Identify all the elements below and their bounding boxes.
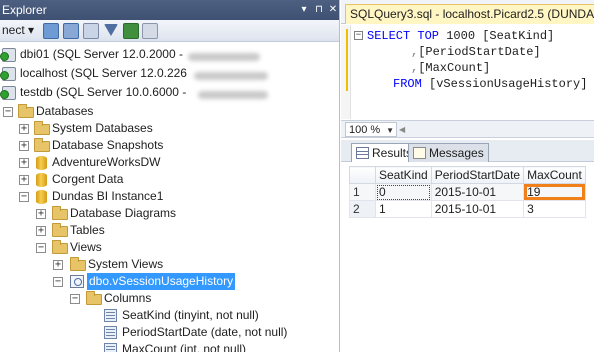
tree-item-label: PeriodStartDate (date, not null): [122, 325, 288, 339]
zoom-select[interactable]: 100 % ▼: [345, 122, 397, 137]
folder-icon: [34, 138, 50, 152]
connect-server-icon[interactable]: [43, 23, 59, 39]
cell-seatkind[interactable]: 1: [375, 200, 432, 218]
expand-icon[interactable]: +: [19, 141, 29, 151]
column-header-periodstartdate[interactable]: PeriodStartDate: [430, 166, 525, 184]
collapse-icon[interactable]: −: [70, 294, 80, 304]
results-pane: Results Messages SeatKind PeriodStartDat…: [341, 140, 594, 352]
object-explorer-title: Explorer: [2, 3, 47, 17]
cell-periodstartdate[interactable]: 2015-10-01: [430, 183, 525, 201]
folder-icon: [52, 223, 68, 237]
column-icon: [104, 309, 117, 322]
expand-icon[interactable]: +: [19, 175, 29, 185]
connect-button[interactable]: nect ▾: [2, 23, 34, 37]
results-tabs: Results Messages: [341, 140, 594, 162]
object-explorer-toolbar: nect ▾: [0, 20, 339, 42]
server-icon: [0, 67, 16, 81]
table-row[interactable]: 2 1 2015-10-01 3: [349, 200, 586, 218]
code-line-4: FROM [vSessionUsageHistory]: [393, 77, 588, 91]
grid-icon: [356, 147, 369, 159]
row-number-header: [349, 166, 376, 184]
close-icon[interactable]: ✕: [326, 3, 339, 17]
row-number[interactable]: 2: [349, 200, 376, 218]
chevron-down-icon: ▼: [386, 126, 394, 135]
folder-icon: [52, 240, 68, 254]
dropdown-icon[interactable]: ▾: [297, 3, 311, 17]
tree-item-label: MaxCount (int, not null): [122, 342, 247, 352]
code-line-3: ,[MaxCount]: [411, 61, 491, 75]
collapse-icon[interactable]: −: [36, 243, 46, 253]
grid-header-row: SeatKind PeriodStartDate MaxCount: [349, 166, 586, 184]
outline-collapse-icon[interactable]: −: [354, 31, 363, 40]
row-number[interactable]: 1: [349, 183, 376, 201]
expand-icon[interactable]: +: [36, 209, 46, 219]
filter-icon[interactable]: [104, 24, 118, 38]
sql-editor[interactable]: − SELECT TOP 1000 [SeatKind] ,[PeriodSta…: [341, 25, 594, 119]
expand-icon[interactable]: +: [19, 124, 29, 134]
zoom-bar: 100 % ▼ ◀: [341, 120, 594, 138]
redacted-text: [198, 91, 268, 99]
server-icon: [0, 48, 16, 62]
folder-icon: [86, 291, 102, 305]
tab-messages[interactable]: Messages: [408, 143, 489, 162]
database-icon: [36, 190, 47, 204]
column-icon: [104, 326, 117, 339]
query-tab-bar: SQLQuery3.sql - localhost.Picard2.5 (DUN…: [341, 0, 594, 24]
expand-icon[interactable]: +: [53, 260, 63, 270]
server-icon: [0, 86, 16, 100]
column-header-maxcount[interactable]: MaxCount: [523, 166, 586, 184]
messages-icon: [413, 147, 426, 159]
folder-icon: [70, 257, 86, 271]
collapse-icon[interactable]: −: [19, 192, 29, 202]
results-grid[interactable]: SeatKind PeriodStartDate MaxCount 1 0 20…: [349, 166, 586, 218]
tree-item-label: SeatKind (tinyint, not null): [122, 308, 259, 322]
redacted-text: [188, 53, 260, 61]
expand-icon[interactable]: +: [19, 158, 29, 168]
refresh-icon[interactable]: [123, 23, 139, 39]
cell-maxcount[interactable]: 3: [523, 200, 586, 218]
column-icon: [104, 343, 117, 352]
redacted-text: [194, 72, 268, 80]
database-icon: [36, 173, 47, 187]
table-row[interactable]: 1 0 2015-10-01 19: [349, 183, 586, 201]
code-line-1: SELECT TOP 1000 [SeatKind]: [367, 29, 555, 43]
query-tab[interactable]: SQLQuery3.sql - localhost.Picard2.5 (DUN…: [345, 4, 594, 24]
stop-icon[interactable]: [83, 23, 99, 39]
folder-icon: [52, 206, 68, 220]
collapse-icon[interactable]: −: [3, 107, 13, 117]
column-header-seatkind[interactable]: SeatKind: [375, 166, 432, 184]
object-explorer-titlebar: Explorer ▾ ⊓ ✕: [0, 0, 339, 20]
expand-icon[interactable]: +: [36, 226, 46, 236]
disconnect-icon[interactable]: [63, 23, 79, 39]
folder-icon: [18, 104, 34, 118]
summary-icon[interactable]: [142, 23, 158, 39]
collapse-icon[interactable]: −: [53, 277, 63, 287]
cell-periodstartdate[interactable]: 2015-10-01: [430, 200, 525, 218]
code-line-2: ,[PeriodStartDate]: [411, 45, 541, 59]
folder-icon: [34, 121, 50, 135]
cell-seatkind[interactable]: 0: [375, 183, 432, 201]
query-panel: SQLQuery3.sql - localhost.Picard2.5 (DUN…: [341, 0, 594, 352]
editor-margin: [341, 25, 351, 119]
object-explorer-panel: Explorer ▾ ⊓ ✕ nect ▾ dbi01 (SQL Server …: [0, 0, 340, 352]
cell-maxcount-highlighted[interactable]: 19: [523, 183, 586, 201]
pin-icon[interactable]: ⊓: [312, 3, 326, 17]
database-icon: [36, 156, 47, 170]
view-icon: [70, 275, 84, 288]
scroll-left-icon[interactable]: ◀: [399, 125, 405, 134]
